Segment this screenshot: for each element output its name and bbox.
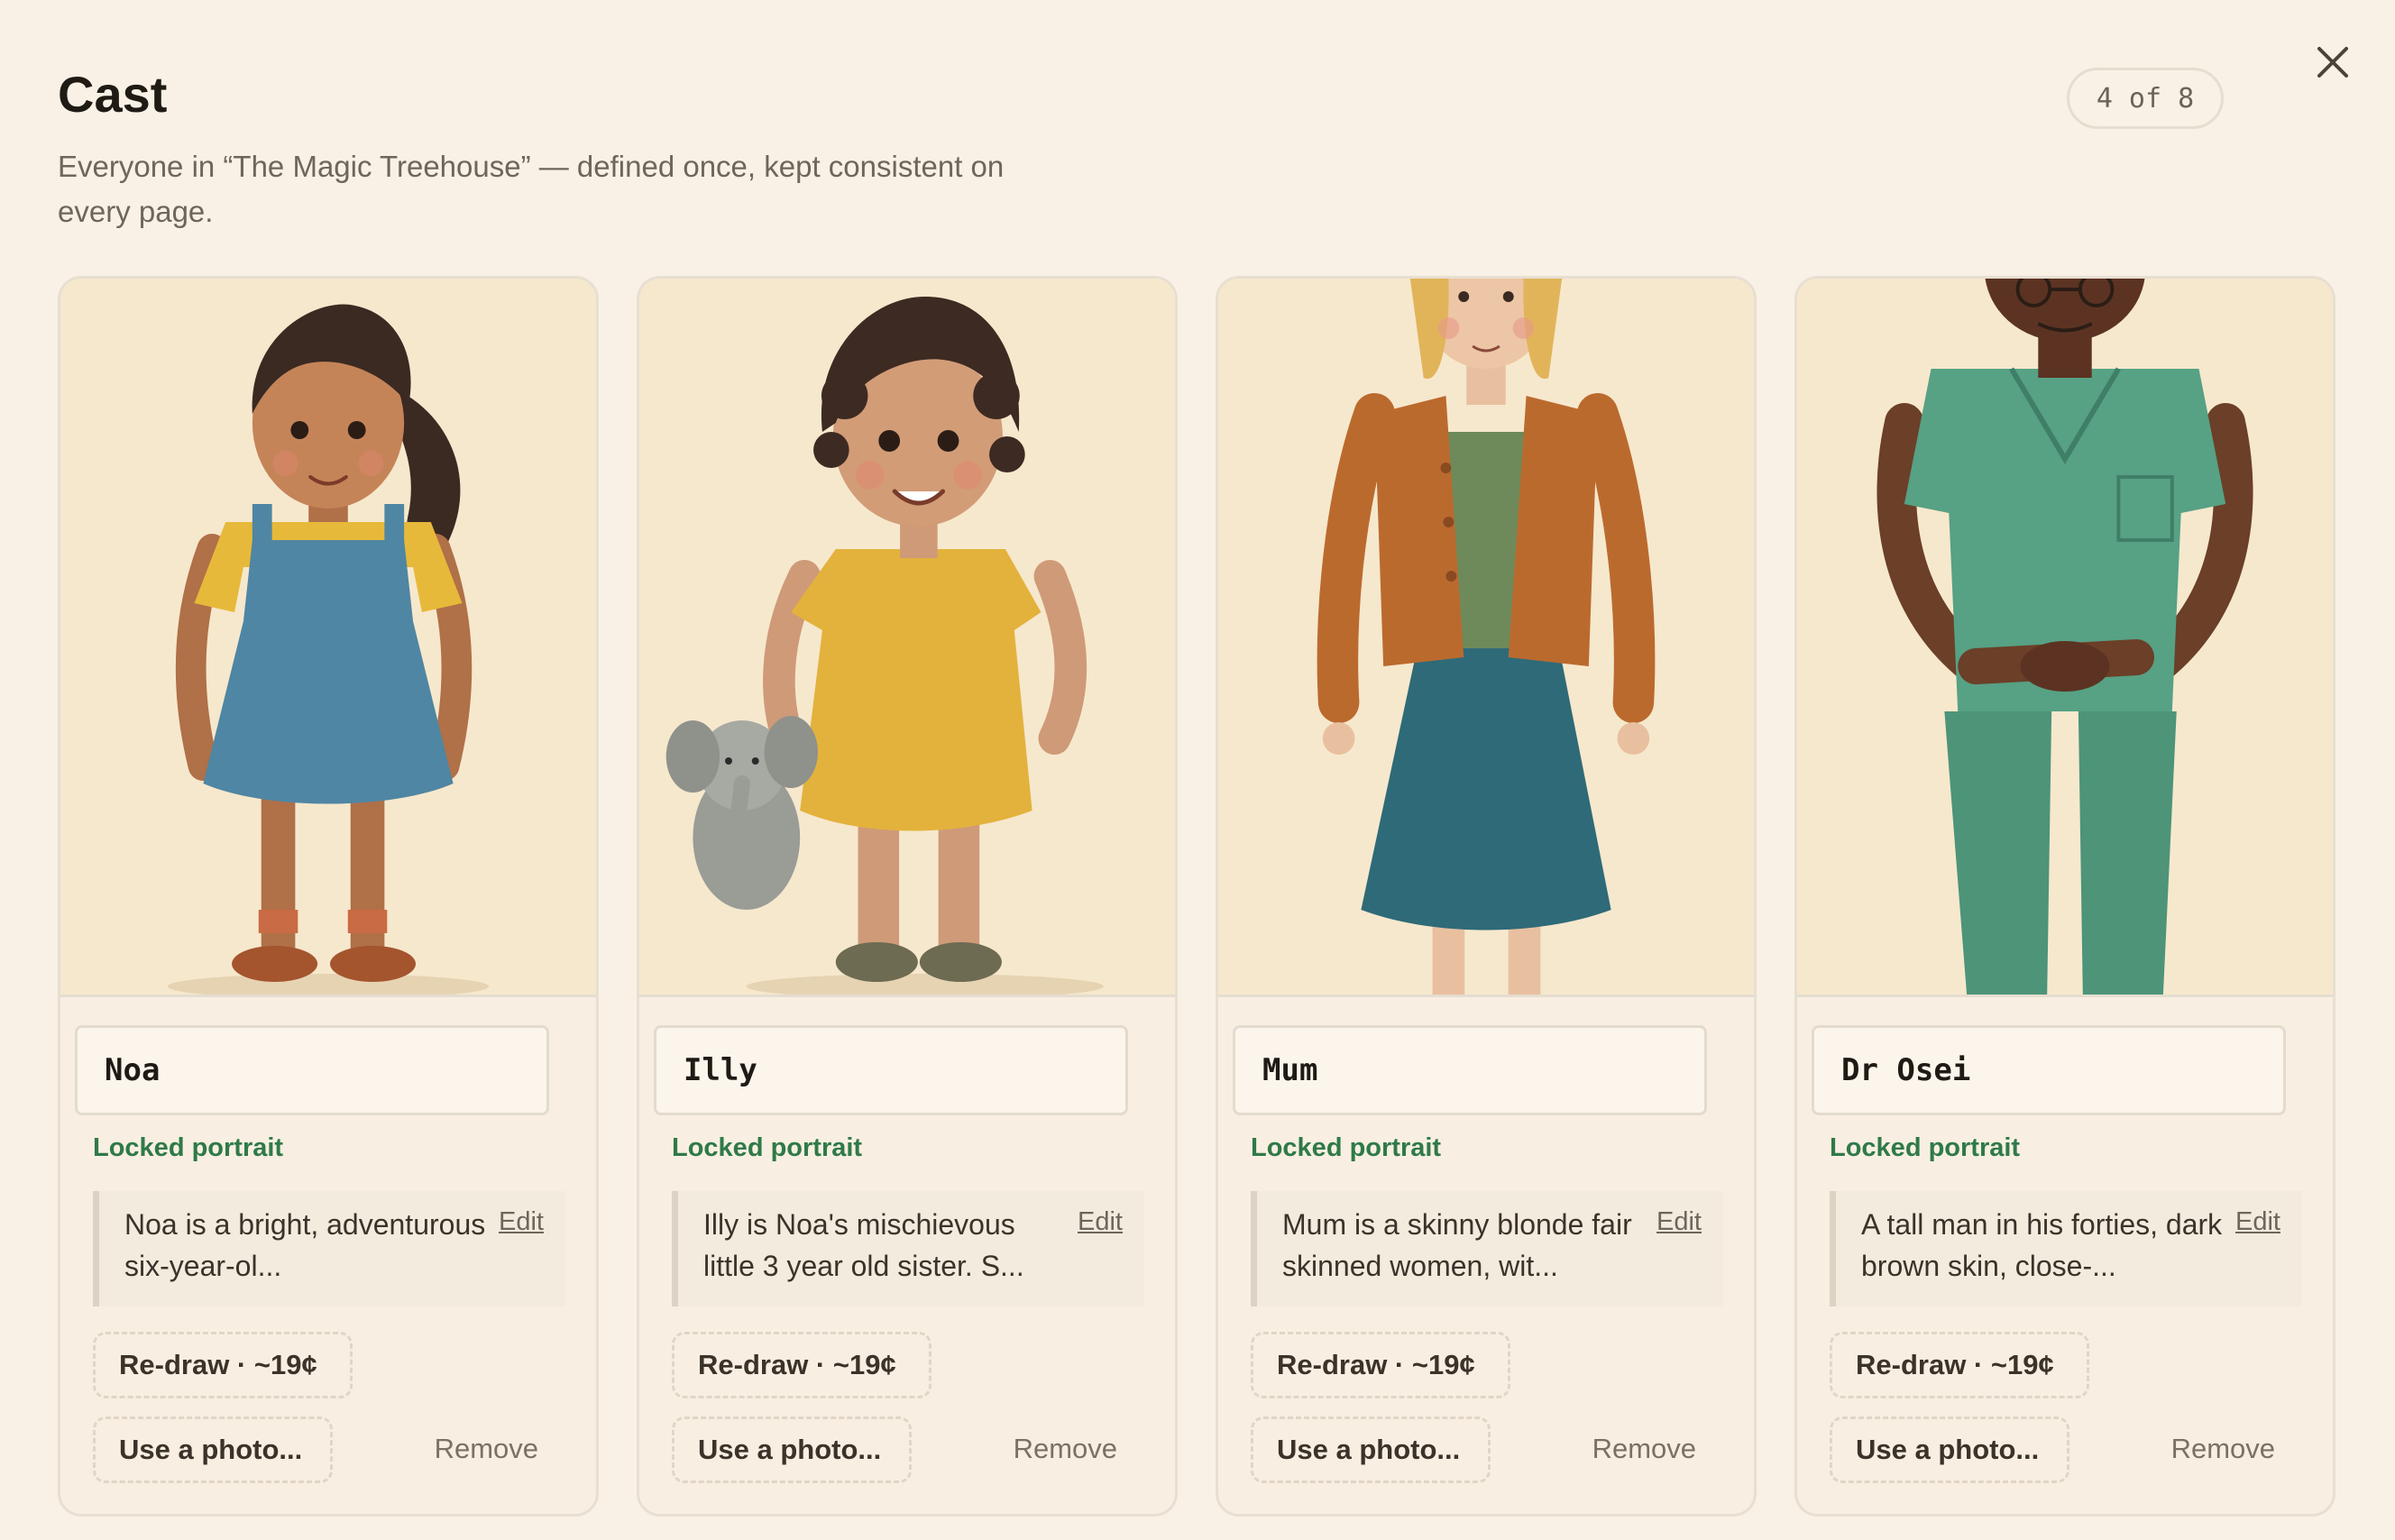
locked-portrait-status: Locked portrait xyxy=(1251,1133,1442,1162)
remove-button[interactable]: Remove xyxy=(435,1433,538,1465)
close-button[interactable] xyxy=(2314,43,2352,81)
redraw-button[interactable]: Re-draw · ~19¢ xyxy=(93,1332,353,1398)
description-text: Illy is Noa's mischievous little 3 year … xyxy=(703,1208,1024,1282)
character-description: Mum is a skinny blonde fair skinned wome… xyxy=(1251,1191,1723,1306)
close-icon xyxy=(2317,47,2348,78)
cast-card: Locked portrait Noa is a bright, adventu… xyxy=(58,276,599,1517)
remove-button[interactable]: Remove xyxy=(1592,1433,1696,1465)
redraw-button[interactable]: Re-draw · ~19¢ xyxy=(1830,1332,2089,1398)
cast-counter-badge: 4 of 8 xyxy=(2067,68,2224,129)
edit-description-link[interactable]: Edit xyxy=(2235,1207,2280,1237)
character-portrait xyxy=(639,279,1175,997)
description-text: A tall man in his forties, dark brown sk… xyxy=(1861,1208,2223,1282)
redraw-button[interactable]: Re-draw · ~19¢ xyxy=(672,1332,931,1398)
locked-portrait-status: Locked portrait xyxy=(93,1133,284,1162)
description-text: Mum is a skinny blonde fair skinned wome… xyxy=(1282,1208,1632,1282)
locked-portrait-status: Locked portrait xyxy=(1830,1133,2021,1162)
description-text: Noa is a bright, adventurous six-year-ol… xyxy=(124,1208,486,1282)
character-portrait xyxy=(1218,279,1754,997)
character-portrait xyxy=(1797,279,2333,997)
locked-portrait-status: Locked portrait xyxy=(672,1133,863,1162)
character-description: Noa is a bright, adventurous six-year-ol… xyxy=(93,1191,565,1306)
page-header: Cast Everyone in “The Magic Treehouse” —… xyxy=(58,63,1140,234)
cast-card: Locked portrait Mum is a skinny blonde f… xyxy=(1216,276,1757,1517)
use-photo-button[interactable]: Use a photo... xyxy=(1251,1416,1491,1483)
page-subtitle: Everyone in “The Magic Treehouse” — defi… xyxy=(58,150,1005,228)
character-name-input[interactable] xyxy=(654,1025,1128,1115)
remove-button[interactable]: Remove xyxy=(2171,1433,2275,1465)
edit-description-link[interactable]: Edit xyxy=(499,1207,544,1237)
character-description: Illy is Noa's mischievous little 3 year … xyxy=(672,1191,1144,1306)
edit-description-link[interactable]: Edit xyxy=(1078,1207,1123,1237)
use-photo-button[interactable]: Use a photo... xyxy=(672,1416,912,1483)
use-photo-button[interactable]: Use a photo... xyxy=(1830,1416,2069,1483)
cast-card: Locked portrait Illy is Noa's mischievou… xyxy=(637,276,1178,1517)
edit-description-link[interactable]: Edit xyxy=(1656,1207,1702,1237)
remove-button[interactable]: Remove xyxy=(1014,1433,1117,1465)
cast-card-list: Locked portrait Noa is a bright, adventu… xyxy=(58,276,2335,1517)
character-name-input[interactable] xyxy=(1812,1025,2286,1115)
page-title: Cast xyxy=(58,66,168,123)
character-portrait xyxy=(60,279,596,997)
character-name-input[interactable] xyxy=(75,1025,549,1115)
cast-card: Locked portrait A tall man in his fortie… xyxy=(1794,276,2335,1517)
use-photo-button[interactable]: Use a photo... xyxy=(93,1416,333,1483)
character-name-input[interactable] xyxy=(1233,1025,1707,1115)
redraw-button[interactable]: Re-draw · ~19¢ xyxy=(1251,1332,1510,1398)
character-description: A tall man in his forties, dark brown sk… xyxy=(1830,1191,2302,1306)
